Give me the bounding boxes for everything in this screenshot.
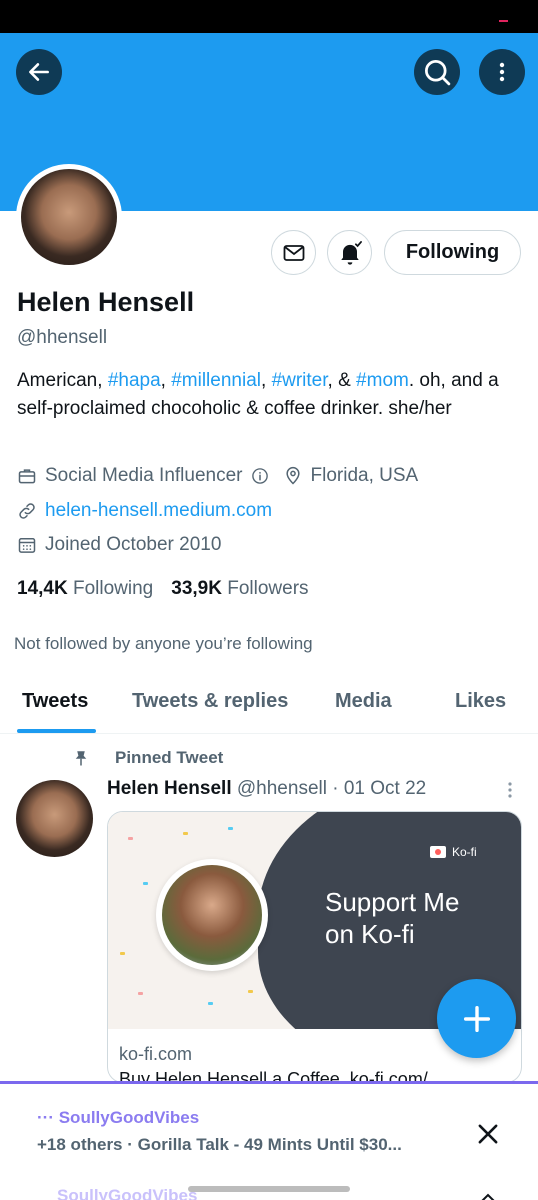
profile-category: Social Media Influencer	[45, 465, 243, 486]
following-stat[interactable]: 14,4K Following	[17, 578, 153, 599]
back-button[interactable]	[16, 49, 62, 95]
media-peek-app: SoullyGoodVibes	[57, 1186, 198, 1200]
card-headline-line: on Ko-fi	[325, 919, 415, 949]
profile-tabs: Tweets Tweets & replies Media Likes	[0, 672, 538, 734]
profile-avatar[interactable]	[16, 164, 122, 270]
profile-joined-date: Joined October 2010	[45, 534, 222, 555]
pin-icon	[75, 751, 87, 766]
card-avatar-photo	[156, 859, 268, 971]
tweet-author-meta: @hhensell · 01 Oct 22	[236, 778, 427, 799]
following-count: 14,4K	[17, 578, 68, 599]
tab-tweets-replies[interactable]: Tweets & replies	[132, 690, 288, 713]
peek-close-icon	[478, 1190, 498, 1200]
info-icon[interactable]	[251, 467, 269, 485]
bio-text: , &	[327, 370, 357, 391]
status-bar	[0, 0, 538, 33]
plus-icon	[463, 1005, 490, 1032]
card-domain: ko-fi.com	[119, 1044, 193, 1064]
arrow-left-icon	[29, 63, 49, 81]
tab-likes[interactable]: Likes	[455, 690, 506, 713]
card-headline: Support Me on Ko-fi	[325, 886, 459, 950]
location-pin-icon	[285, 466, 300, 485]
tweet-header: Helen Hensell @hhensell · 01 Oct 22	[107, 778, 426, 800]
close-icon	[478, 1124, 498, 1144]
pinned-tweet-label: Pinned Tweet	[72, 748, 223, 768]
media-app-name: ··· SoullyGoodVibes	[37, 1108, 200, 1127]
profile-handle: @hhensell	[17, 327, 108, 348]
card-headline-line: Support Me	[325, 887, 460, 917]
following-label: Following	[72, 578, 154, 599]
active-tab-indicator	[17, 729, 96, 733]
avatar-photo	[21, 169, 117, 265]
more-options-button[interactable]	[479, 49, 525, 95]
compose-tweet-button[interactable]	[437, 979, 516, 1058]
media-track-info: +18 others · Gorilla Talk - 49 Mints Unt…	[37, 1135, 402, 1154]
hashtag-link[interactable]: #hapa	[108, 370, 161, 391]
tab-tweets[interactable]: Tweets	[22, 690, 88, 713]
not-followed-note: Not followed by anyone you’re following	[14, 634, 313, 653]
home-indicator[interactable]	[188, 1186, 350, 1192]
profile-name: Helen Hensell	[17, 287, 195, 317]
hashtag-link[interactable]: #millennial	[171, 370, 261, 391]
hashtag-link[interactable]: #writer	[272, 370, 328, 391]
profile-meta-category-location: Social Media Influencer Florida, USA	[17, 465, 418, 487]
tab-media[interactable]: Media	[335, 690, 392, 713]
profile-website-link[interactable]: helen-hensell.medium.com	[45, 500, 272, 522]
calendar-icon	[18, 538, 36, 553]
followers-label: Followers	[227, 578, 309, 599]
more-vertical-icon	[508, 782, 512, 798]
bio-text: ,	[261, 370, 272, 391]
tweet-more-button[interactable]	[503, 780, 517, 805]
kofi-cup-icon	[430, 846, 446, 858]
more-vertical-icon	[499, 62, 505, 82]
tweet-author-avatar[interactable]	[16, 780, 93, 857]
hashtag-link[interactable]: #mom	[356, 370, 409, 391]
media-close-button[interactable]	[474, 1120, 502, 1153]
profile-bio: American, #hapa, #millennial, #writer, &…	[17, 367, 517, 423]
profile-stats: 14,4K Following 33,9K Followers	[17, 578, 309, 600]
notifications-button[interactable]	[327, 230, 372, 275]
bio-text: American,	[17, 370, 108, 391]
mail-icon	[283, 244, 304, 261]
kofi-logo: Ko-fi	[430, 845, 477, 859]
message-button[interactable]	[271, 230, 316, 275]
status-indicator	[499, 20, 508, 22]
media-app-label: SoullyGoodVibes	[58, 1108, 200, 1127]
media-notification[interactable]: ··· SoullyGoodVibes +18 others · Gorilla…	[0, 1081, 538, 1200]
bell-icon	[340, 240, 362, 265]
link-icon	[19, 503, 35, 519]
bio-text: ,	[160, 370, 172, 391]
search-icon	[425, 60, 451, 86]
profile-meta-website: helen-hensell.medium.com	[17, 500, 272, 522]
profile-meta-joined: Joined October 2010	[17, 534, 221, 556]
briefcase-icon	[18, 469, 36, 484]
followers-stat[interactable]: 33,9K Followers	[171, 578, 308, 599]
kofi-brand-text: Ko-fi	[452, 845, 477, 859]
followers-count: 33,9K	[171, 578, 222, 599]
following-button[interactable]: Following	[384, 230, 521, 275]
tweet-author-name[interactable]: Helen Hensell	[107, 778, 232, 799]
pinned-label-text: Pinned Tweet	[115, 748, 224, 767]
profile-location: Florida, USA	[310, 465, 419, 486]
search-button[interactable]	[414, 49, 460, 95]
